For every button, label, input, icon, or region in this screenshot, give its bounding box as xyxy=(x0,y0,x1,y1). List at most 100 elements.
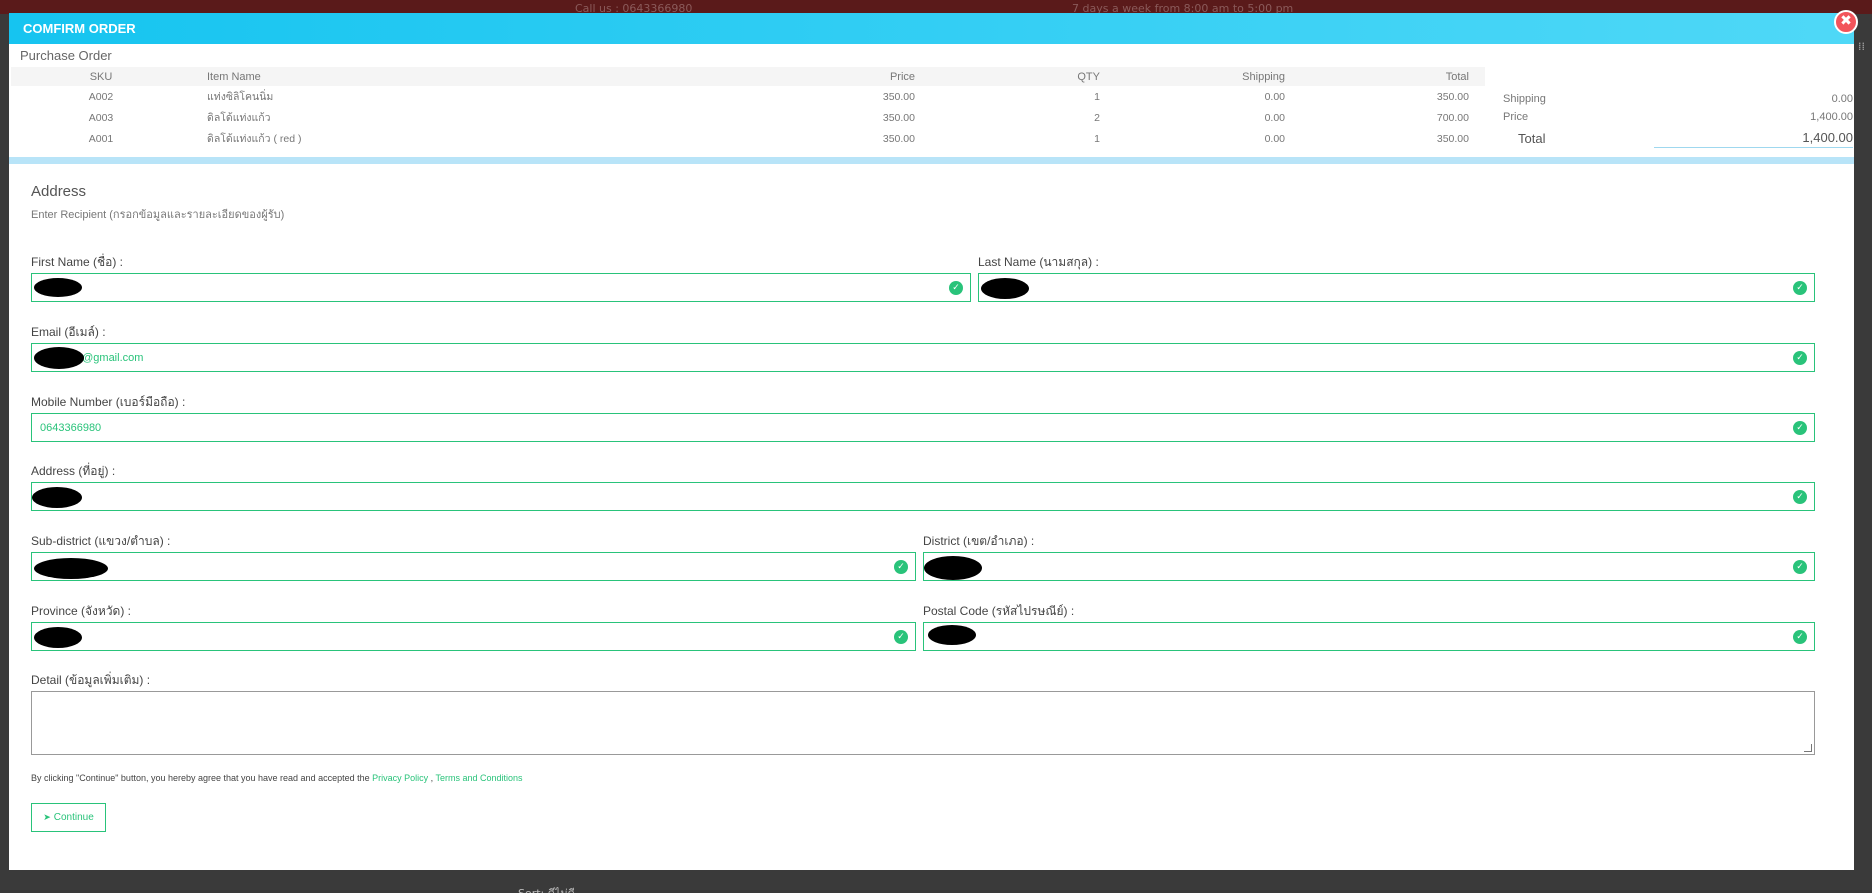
redaction-mark xyxy=(34,558,108,579)
summary-price-row: Price 1,400.00 xyxy=(1493,111,1853,129)
agreement-text: By clicking "Continue" button, you hereb… xyxy=(31,773,523,783)
postal-code-field[interactable]: ✓ xyxy=(923,622,1815,651)
summary-shipping-value: 0.00 xyxy=(1831,93,1853,105)
column-header-qty: QTY xyxy=(931,67,1116,86)
cell-item-name: ดิลโด้แท่งแก้ว ( red ) xyxy=(207,133,302,145)
cell-total: 350.00 xyxy=(1436,132,1469,145)
mobile-input[interactable] xyxy=(32,414,1814,441)
cell-shipping: 0.00 xyxy=(1264,90,1285,103)
subdistrict-input[interactable] xyxy=(32,553,915,580)
address-input[interactable] xyxy=(32,483,1814,510)
order-items-table: SKU Item Name Price QTY Shipping Total A… xyxy=(11,67,1485,149)
address-title: Address xyxy=(31,183,87,200)
section-divider xyxy=(9,157,1854,164)
check-circle-icon: ✓ xyxy=(949,281,963,295)
mobile-label: Mobile Number (เบอร์มือถือ) : xyxy=(31,395,186,409)
summary-shipping-row: Shipping 0.00 xyxy=(1493,93,1853,111)
column-header-total: Total xyxy=(1301,67,1485,86)
cell-shipping: 0.00 xyxy=(1264,132,1285,145)
cell-price: 350.00 xyxy=(882,111,915,124)
table-header-row: SKU Item Name Price QTY Shipping Total xyxy=(11,67,1485,86)
cell-sku: A002 xyxy=(88,90,114,103)
redaction-mark xyxy=(981,278,1029,299)
detail-label: Detail (ข้อมูลเพิ่มเติม) : xyxy=(31,673,151,687)
column-header-sku: SKU xyxy=(11,67,191,86)
check-circle-icon: ✓ xyxy=(1793,490,1807,504)
redaction-mark xyxy=(34,278,82,297)
background-sort-text: Sort: ดีไม่ดี xyxy=(518,884,575,893)
cell-item-name: แท่งซิลิโคนนิ่ม xyxy=(207,91,274,103)
cell-total: 350.00 xyxy=(1436,90,1469,103)
check-circle-icon: ✓ xyxy=(1793,560,1807,574)
check-circle-icon: ✓ xyxy=(894,630,908,644)
postal-code-input[interactable] xyxy=(924,623,1814,650)
table-row: A003 ดิลโด้แท่งแก้ว 350.00 2 0.00 700.00 xyxy=(11,107,1485,128)
summary-total-label: Total xyxy=(1518,131,1546,146)
order-summary: Shipping 0.00 Price 1,400.00 Total 1,400… xyxy=(1493,93,1853,149)
terms-link[interactable]: Terms and Conditions xyxy=(435,773,522,783)
province-input[interactable] xyxy=(32,623,915,650)
cell-price: 350.00 xyxy=(882,90,915,103)
summary-total-row: Total 1,400.00 xyxy=(1493,129,1853,149)
summary-shipping-label: Shipping xyxy=(1503,93,1546,105)
cell-qty: 1 xyxy=(1094,90,1100,103)
continue-label: Continue xyxy=(53,812,94,823)
district-field[interactable]: ✓ xyxy=(923,552,1815,581)
cell-total: 700.00 xyxy=(1436,111,1469,124)
email-field[interactable]: ✓ xyxy=(31,343,1815,372)
first-name-label: First Name (ชื่อ) : xyxy=(31,255,124,269)
table-row: A002 แท่งซิลิโคนนิ่ม 350.00 1 0.00 350.0… xyxy=(11,86,1485,107)
cell-sku: A001 xyxy=(88,132,114,145)
district-input[interactable] xyxy=(924,553,1814,580)
column-header-item-name: Item Name xyxy=(191,67,491,86)
address-subtitle: Enter Recipient (กรอกข้อมูลและรายละเอียด… xyxy=(31,209,285,221)
purchase-order-title: Purchase Order xyxy=(20,48,112,63)
close-icon[interactable]: ✖ xyxy=(1834,10,1858,34)
mobile-field[interactable]: ✓ xyxy=(31,413,1815,442)
email-label: Email (อีเมล์) : xyxy=(31,325,106,339)
summary-total-value: 1,400.00 xyxy=(1654,130,1853,148)
continue-button[interactable]: ➤ Continue xyxy=(31,803,106,832)
background-topbar: Call us : 0643366980 7 days a week from … xyxy=(0,0,1872,15)
address-field[interactable]: ✓ xyxy=(31,482,1815,511)
subdistrict-field[interactable]: ✓ xyxy=(31,552,916,581)
cell-sku: A003 xyxy=(88,111,114,124)
privacy-policy-link[interactable]: Privacy Policy xyxy=(372,773,428,783)
province-label: Province (จังหวัด) : xyxy=(31,604,132,618)
cell-qty: 2 xyxy=(1094,111,1100,124)
modal-title: COMFIRM ORDER xyxy=(23,21,136,36)
district-label: District (เขต/อำเภอ) : xyxy=(923,534,1035,548)
column-header-shipping: Shipping xyxy=(1116,67,1301,86)
first-name-field[interactable]: ✓ xyxy=(31,273,971,302)
last-name-label: Last Name (นามสกุล) : xyxy=(978,255,1099,269)
cell-qty: 1 xyxy=(1094,132,1100,145)
modal-header: COMFIRM ORDER xyxy=(9,13,1854,44)
first-name-input[interactable] xyxy=(32,274,970,301)
redaction-mark xyxy=(34,347,84,369)
last-name-input[interactable] xyxy=(979,274,1814,301)
redaction-mark xyxy=(924,556,982,580)
province-field[interactable]: ✓ xyxy=(31,622,916,651)
cell-price: 350.00 xyxy=(882,132,915,145)
column-header-price: Price xyxy=(491,67,931,86)
agreement-statement: By clicking "Continue" button, you hereb… xyxy=(31,773,373,783)
redaction-mark xyxy=(32,487,82,508)
check-circle-icon: ✓ xyxy=(1793,630,1807,644)
summary-price-value: 1,400.00 xyxy=(1810,111,1853,123)
detail-textarea[interactable] xyxy=(31,691,1815,755)
table-row: A001 ดิลโด้แท่งแก้ว ( red ) 350.00 1 0.0… xyxy=(11,128,1485,149)
check-circle-icon: ✓ xyxy=(894,560,908,574)
postal-code-label: Postal Code (รหัสไปรษณีย์) : xyxy=(923,604,1075,618)
subdistrict-label: Sub-district (แขวง/ตำบล) : xyxy=(31,534,171,548)
paper-plane-icon: ➤ xyxy=(43,812,51,822)
summary-price-label: Price xyxy=(1503,111,1529,123)
address-label: Address (ที่อยู่) : xyxy=(31,464,116,478)
resize-handle-icon[interactable] xyxy=(1804,744,1812,752)
last-name-field[interactable]: ✓ xyxy=(978,273,1815,302)
redaction-mark xyxy=(34,627,82,648)
redaction-mark xyxy=(928,625,976,645)
email-input[interactable] xyxy=(32,344,1814,371)
check-circle-icon: ✓ xyxy=(1793,351,1807,365)
confirm-order-modal: COMFIRM ORDER Purchase Order SKU Item Na… xyxy=(9,13,1854,870)
background-grid-icon: ⁞⁞ xyxy=(1858,40,1865,53)
